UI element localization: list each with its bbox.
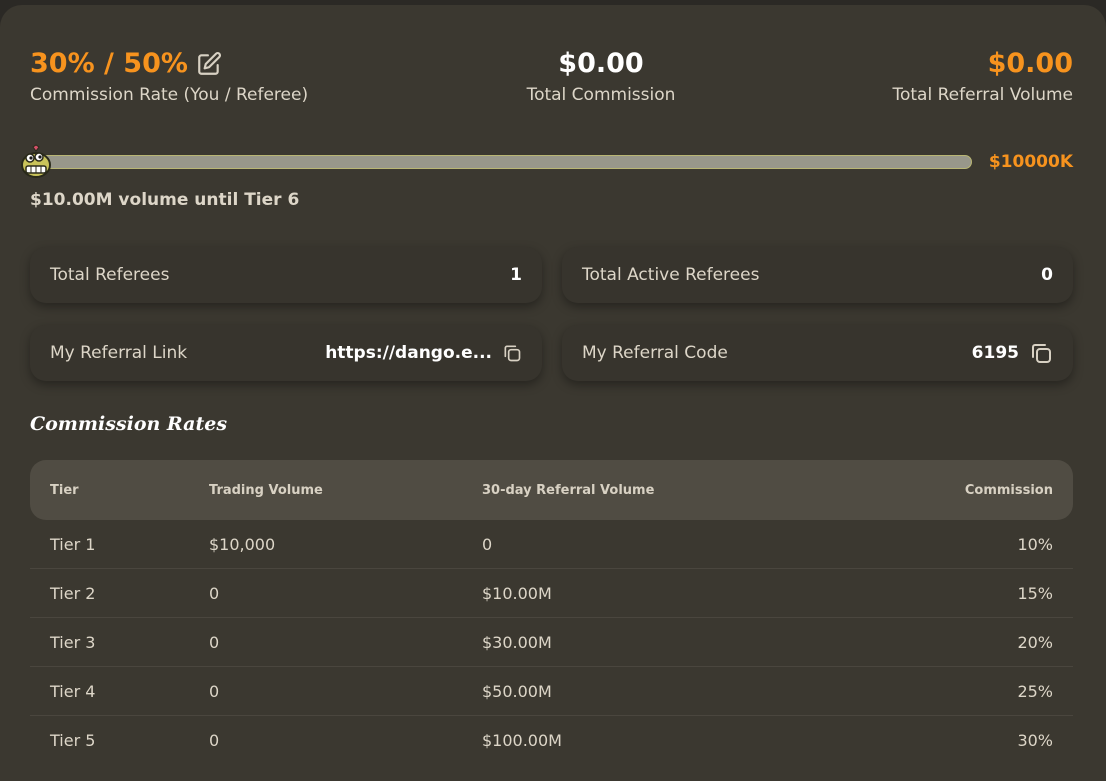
total-referees-card: Total Referees 1 — [30, 247, 542, 303]
commission-rates-table: Tier Trading Volume 30-day Referral Volu… — [30, 460, 1073, 764]
table-header: Tier Trading Volume 30-day Referral Volu… — [30, 460, 1073, 520]
total-active-referees-label: Total Active Referees — [582, 265, 760, 285]
table-row: Tier 1 $10,000 0 10% — [30, 520, 1073, 569]
referral-link-label: My Referral Link — [50, 343, 188, 363]
total-commission-value: $0.00 — [558, 48, 644, 79]
cell-tier: Tier 5 — [50, 730, 96, 750]
cell-tier: Tier 3 — [50, 632, 96, 652]
table-row: Tier 2 0 $10.00M 15% — [30, 569, 1073, 618]
cell-commission: 30% — [1017, 730, 1053, 750]
cell-referral-volume: $30.00M — [482, 632, 552, 652]
cell-referral-volume: $10.00M — [482, 583, 552, 603]
copy-code-icon[interactable] — [1029, 341, 1053, 365]
cell-trading-volume: 0 — [209, 632, 220, 652]
cell-trading-volume: 0 — [209, 583, 220, 603]
progress-max-label: $10000K — [988, 152, 1073, 172]
cell-referral-volume: 0 — [482, 534, 493, 554]
cell-tier: Tier 1 — [50, 534, 96, 554]
referral-code-value: 6195 — [971, 343, 1019, 363]
commission-rate-value: 30% / 50% — [30, 48, 188, 79]
referral-link-value: https://dango.e... — [325, 343, 492, 363]
header-trading-volume: Trading Volume — [209, 482, 323, 498]
tier-progress-bar — [21, 144, 972, 178]
cell-commission: 15% — [1017, 583, 1053, 603]
referral-code-card: My Referral Code 6195 — [562, 325, 1073, 381]
cell-trading-volume: 0 — [209, 730, 220, 750]
progress-track — [30, 155, 972, 169]
cell-commission: 25% — [1017, 681, 1053, 701]
table-row: Tier 5 0 $100.00M 30% — [30, 716, 1073, 764]
total-referral-volume-stat: $0.00 Total Referral Volume — [892, 48, 1073, 107]
header-tier: Tier — [50, 482, 79, 498]
cell-referral-volume: $50.00M — [482, 681, 552, 701]
table-row: Tier 4 0 $50.00M 25% — [30, 667, 1073, 716]
commission-rate-label: Commission Rate (You / Referee) — [30, 85, 309, 105]
progress-note: $10.00M volume until Tier 6 — [30, 190, 300, 210]
header-referral-volume: 30-day Referral Volume — [482, 482, 655, 498]
commission-rates-title: Commission Rates — [30, 413, 228, 435]
cell-commission: 20% — [1017, 632, 1053, 652]
cell-referral-volume: $100.00M — [482, 730, 562, 750]
copy-link-icon[interactable] — [502, 343, 522, 363]
cell-tier: Tier 4 — [50, 681, 96, 701]
referral-link-card: My Referral Link https://dango.e... — [30, 325, 542, 381]
mascot-icon — [21, 144, 51, 178]
cell-commission: 10% — [1017, 534, 1053, 554]
cell-tier: Tier 2 — [50, 583, 96, 603]
table-row: Tier 3 0 $30.00M 20% — [30, 618, 1073, 667]
referral-code-label: My Referral Code — [582, 343, 728, 363]
referral-panel: 30% / 50% Commission Rate (You / Referee… — [0, 5, 1106, 781]
total-commission-stat: $0.00 Total Commission — [420, 48, 782, 107]
edit-icon[interactable] — [196, 51, 222, 77]
total-commission-label: Total Commission — [526, 85, 676, 105]
total-referees-label: Total Referees — [50, 265, 170, 285]
commission-rate-stat: 30% / 50% Commission Rate (You / Referee… — [30, 48, 308, 107]
total-active-referees-card: Total Active Referees 0 — [562, 247, 1073, 303]
header-commission: Commission — [964, 482, 1053, 498]
total-referees-value: 1 — [510, 265, 522, 285]
total-referral-volume-label: Total Referral Volume — [892, 85, 1073, 105]
total-active-referees-value: 0 — [1041, 265, 1053, 285]
cell-trading-volume: $10,000 — [209, 534, 276, 554]
cell-trading-volume: 0 — [209, 681, 220, 701]
total-referral-volume-value: $0.00 — [987, 48, 1073, 79]
